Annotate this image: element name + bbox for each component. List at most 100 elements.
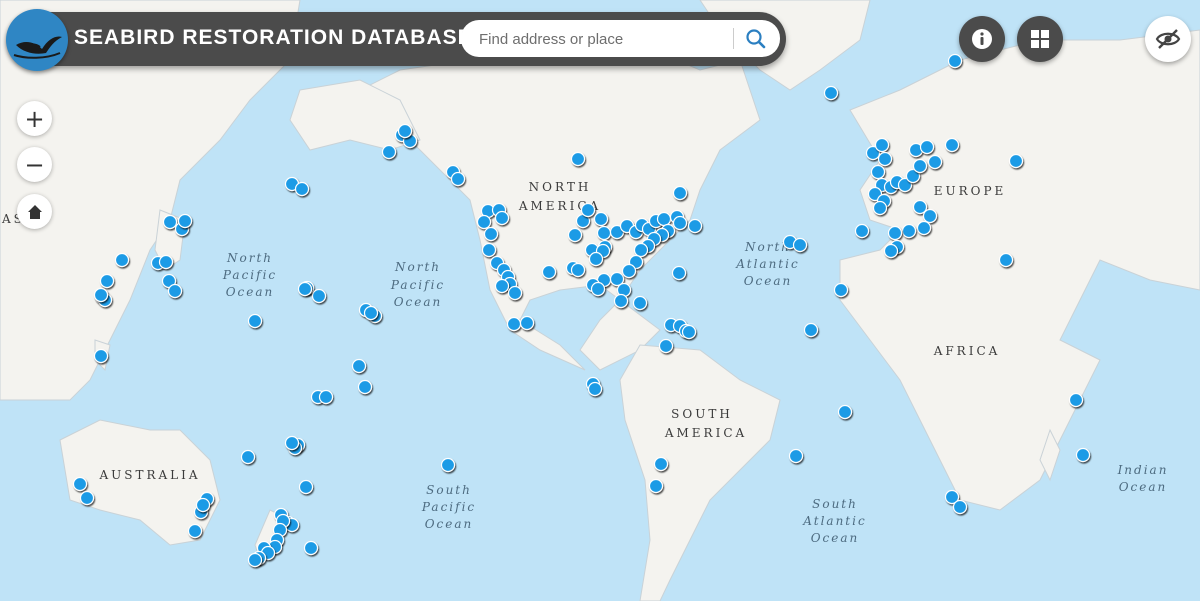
site-marker[interactable] — [79, 490, 95, 506]
site-marker[interactable] — [833, 282, 849, 298]
site-marker[interactable] — [177, 213, 193, 229]
site-marker[interactable] — [483, 226, 499, 242]
site-marker[interactable] — [901, 223, 917, 239]
site-marker[interactable] — [883, 243, 899, 259]
home-button[interactable] — [17, 194, 52, 229]
site-marker[interactable] — [877, 151, 893, 167]
site-marker[interactable] — [613, 293, 629, 309]
label-south-pacific-2: Pacific — [421, 500, 476, 514]
site-marker[interactable] — [580, 202, 596, 218]
site-marker[interactable] — [927, 154, 943, 170]
site-marker[interactable] — [681, 324, 697, 340]
site-marker[interactable] — [567, 227, 583, 243]
site-marker[interactable] — [351, 358, 367, 374]
site-marker[interactable] — [837, 404, 853, 420]
site-marker[interactable] — [792, 237, 808, 253]
toggle-visibility-button[interactable] — [1145, 16, 1191, 62]
search-button[interactable] — [743, 26, 769, 52]
site-marker[interactable] — [481, 242, 497, 258]
site-marker[interactable] — [318, 389, 334, 405]
site-marker[interactable] — [1068, 392, 1084, 408]
site-marker[interactable] — [494, 210, 510, 226]
site-marker[interactable] — [284, 435, 300, 451]
site-marker[interactable] — [590, 281, 606, 297]
site-marker[interactable] — [303, 540, 319, 556]
label-north-atlantic-3: Ocean — [744, 274, 793, 288]
site-marker[interactable] — [195, 497, 211, 513]
site-marker[interactable] — [874, 137, 890, 153]
site-marker[interactable] — [854, 223, 870, 239]
search-input[interactable] — [477, 27, 731, 51]
site-marker[interactable] — [653, 456, 669, 472]
zoom-out-button[interactable]: − — [17, 147, 52, 182]
site-marker[interactable] — [998, 252, 1014, 268]
search-box — [461, 20, 780, 57]
site-marker[interactable] — [587, 381, 603, 397]
site-marker[interactable] — [519, 315, 535, 331]
site-marker[interactable] — [240, 449, 256, 465]
site-marker[interactable] — [912, 158, 928, 174]
site-marker[interactable] — [596, 225, 612, 241]
zoom-in-button[interactable]: + — [17, 101, 52, 136]
site-marker[interactable] — [916, 220, 932, 236]
site-marker[interactable] — [99, 273, 115, 289]
site-marker[interactable] — [944, 137, 960, 153]
site-marker[interactable] — [93, 287, 109, 303]
site-marker[interactable] — [187, 523, 203, 539]
site-marker[interactable] — [632, 295, 648, 311]
site-marker[interactable] — [450, 171, 466, 187]
site-marker[interactable] — [506, 316, 522, 332]
site-marker[interactable] — [311, 288, 327, 304]
site-marker[interactable] — [803, 322, 819, 338]
site-marker[interactable] — [658, 338, 674, 354]
site-marker[interactable] — [952, 499, 968, 515]
site-marker[interactable] — [158, 254, 174, 270]
site-marker[interactable] — [298, 479, 314, 495]
site-marker[interactable] — [167, 283, 183, 299]
site-marker[interactable] — [247, 552, 263, 568]
world-map[interactable]: NORTH AMERICA SOUTH AMERICA EUROPE AFRIC… — [0, 0, 1200, 601]
basemap-gallery-button[interactable] — [1017, 16, 1063, 62]
site-marker[interactable] — [476, 214, 492, 230]
site-marker[interactable] — [507, 285, 523, 301]
site-marker[interactable] — [294, 181, 310, 197]
site-marker[interactable] — [788, 448, 804, 464]
site-marker[interactable] — [72, 476, 88, 492]
site-marker[interactable] — [870, 164, 886, 180]
label-north-pacific-e-3: Ocean — [394, 295, 443, 309]
site-marker[interactable] — [1008, 153, 1024, 169]
site-marker[interactable] — [672, 185, 688, 201]
site-marker[interactable] — [440, 457, 456, 473]
site-marker[interactable] — [648, 478, 664, 494]
site-marker[interactable] — [397, 123, 413, 139]
site-marker[interactable] — [593, 211, 609, 227]
site-marker[interactable] — [363, 305, 379, 321]
site-marker[interactable] — [672, 215, 688, 231]
site-marker[interactable] — [872, 200, 888, 216]
site-marker[interactable] — [671, 265, 687, 281]
site-marker[interactable] — [541, 264, 557, 280]
site-marker[interactable] — [570, 151, 586, 167]
site-marker[interactable] — [357, 379, 373, 395]
site-marker[interactable] — [114, 252, 130, 268]
site-marker[interactable] — [947, 53, 963, 69]
site-marker[interactable] — [823, 85, 839, 101]
info-button[interactable] — [959, 16, 1005, 62]
site-marker[interactable] — [922, 208, 938, 224]
site-marker[interactable] — [570, 262, 586, 278]
site-marker[interactable] — [247, 313, 263, 329]
site-marker[interactable] — [588, 251, 604, 267]
site-marker[interactable] — [887, 225, 903, 241]
site-marker[interactable] — [687, 218, 703, 234]
site-marker[interactable] — [93, 348, 109, 364]
site-marker[interactable] — [381, 144, 397, 160]
site-marker[interactable] — [919, 139, 935, 155]
site-marker[interactable] — [1075, 447, 1091, 463]
site-marker[interactable] — [633, 242, 649, 258]
site-marker[interactable] — [162, 214, 178, 230]
site-marker[interactable] — [494, 278, 510, 294]
site-marker[interactable] — [656, 211, 672, 227]
site-marker[interactable] — [297, 281, 313, 297]
seabird-logo[interactable] — [6, 9, 68, 71]
site-marker[interactable] — [621, 263, 637, 279]
